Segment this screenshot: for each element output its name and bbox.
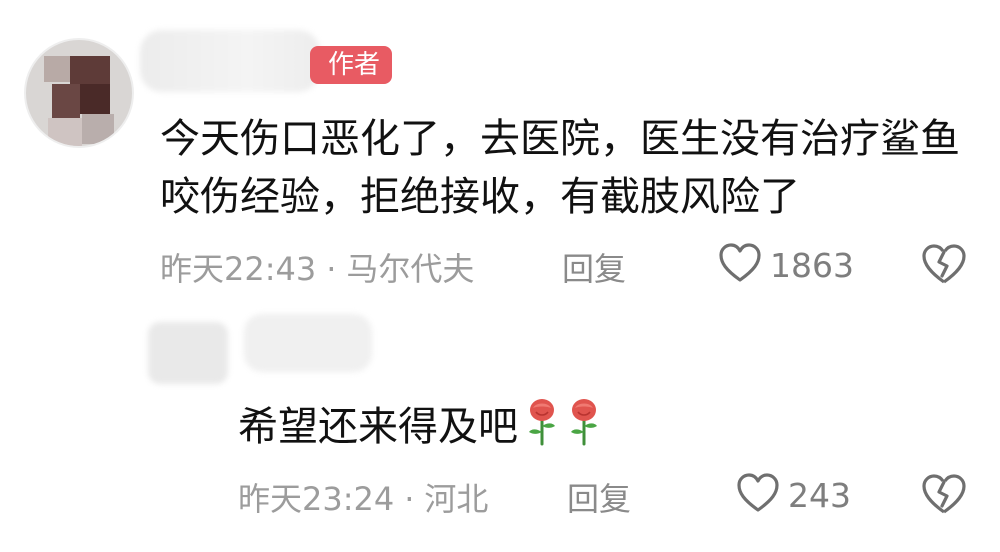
comment-thread: 作者 今天伤口恶化了，去医院，医生没有治疗鲨鱼咬伤经验，拒绝接收，有截肢风险了 …	[0, 0, 1000, 552]
like-count: 243	[788, 475, 851, 515]
reply-username-redacted[interactable]	[244, 314, 372, 372]
reply-meta: 昨天23:24 · 河北	[238, 474, 488, 520]
reply-text: 希望还来得及吧	[238, 404, 518, 450]
reply-time: 昨天23:24	[238, 480, 395, 518]
comment-location: 马尔代夫	[346, 250, 475, 288]
reply-location: 河北	[424, 480, 489, 518]
comment-text: 今天伤口恶化了，去医院，医生没有治疗鲨鱼咬伤经验，拒绝接收，有截肢风险了	[160, 116, 960, 220]
rose-emoji-icon	[566, 398, 602, 460]
meta-separator: ·	[326, 250, 337, 288]
username-redacted[interactable]	[140, 30, 320, 92]
heart-outline-icon	[736, 472, 780, 518]
like-button[interactable]: 243	[736, 472, 851, 518]
author-badge: 作者	[310, 46, 393, 84]
reply-button[interactable]: 回复	[562, 244, 626, 290]
like-button[interactable]: 1863	[718, 242, 854, 288]
dislike-button[interactable]	[920, 472, 968, 520]
reply-avatar-redacted[interactable]	[148, 322, 228, 384]
broken-heart-icon	[920, 472, 968, 520]
dislike-button[interactable]	[920, 242, 968, 290]
broken-heart-icon	[920, 242, 968, 290]
meta-separator: ·	[404, 480, 415, 518]
reply-button[interactable]: 回复	[567, 474, 631, 520]
comment-time: 昨天22:43	[160, 250, 317, 288]
reply-content: 希望还来得及吧	[238, 398, 602, 460]
like-count: 1863	[770, 245, 854, 285]
avatar[interactable]	[24, 38, 134, 148]
comment-meta: 昨天22:43 · 马尔代夫	[160, 244, 474, 290]
heart-outline-icon	[718, 242, 762, 288]
rose-emoji-icon	[524, 398, 560, 460]
